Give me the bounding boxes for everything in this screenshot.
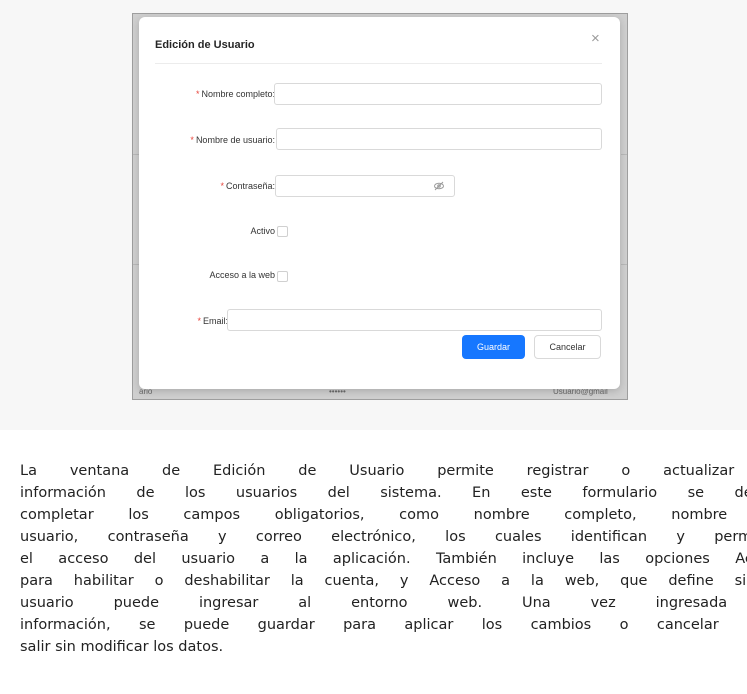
description-line: usuario puede ingresar al entorno web. U… — [20, 595, 747, 611]
close-icon[interactable]: × — [591, 30, 600, 48]
dialog-divider — [155, 63, 602, 64]
user-edit-dialog: Edición de Usuario × *Nombre completo: *… — [139, 17, 620, 389]
required-mark: * — [190, 135, 194, 145]
email-label: *Email: — [197, 316, 228, 326]
web-access-checkbox[interactable] — [277, 271, 288, 282]
description-line: información, se puede guardar para aplic… — [20, 617, 747, 633]
web-access-label: Acceso a la web — [209, 270, 275, 280]
eye-invisible-icon[interactable] — [433, 180, 445, 192]
description-line: usuario, contraseña y correo electrónico… — [20, 529, 747, 545]
description-line: el acceso del usuario a la aplicación. T… — [20, 551, 747, 567]
dialog-title: Edición de Usuario — [155, 39, 255, 51]
active-checkbox[interactable] — [277, 226, 288, 237]
description-line: para habilitar o deshabilitar la cuenta,… — [20, 573, 747, 589]
full-name-input[interactable] — [274, 83, 602, 105]
description-line: salir sin modificar los datos. — [20, 639, 224, 655]
save-button[interactable]: Guardar — [462, 335, 525, 359]
required-mark: * — [195, 89, 200, 99]
password-input[interactable] — [275, 175, 455, 197]
required-mark: * — [220, 181, 224, 191]
description-line: información de los usuarios del sistema.… — [20, 485, 747, 501]
required-mark: * — [197, 316, 201, 326]
email-input[interactable] — [227, 309, 602, 331]
description-line: completar los campos obligatorios, como … — [20, 507, 747, 523]
username-input[interactable] — [276, 128, 602, 150]
full-name-label: *Nombre completo: — [195, 89, 275, 99]
username-label: * Nombre de usuario: — [190, 135, 275, 145]
cancel-button[interactable]: Cancelar — [534, 335, 601, 359]
password-label: * Contraseña: — [220, 181, 275, 191]
description-paragraph: La ventana de Edición de Usuario permite… — [20, 460, 747, 658]
active-label: Activo — [250, 226, 275, 236]
description-line: La ventana de Edición de Usuario permite… — [20, 463, 747, 479]
